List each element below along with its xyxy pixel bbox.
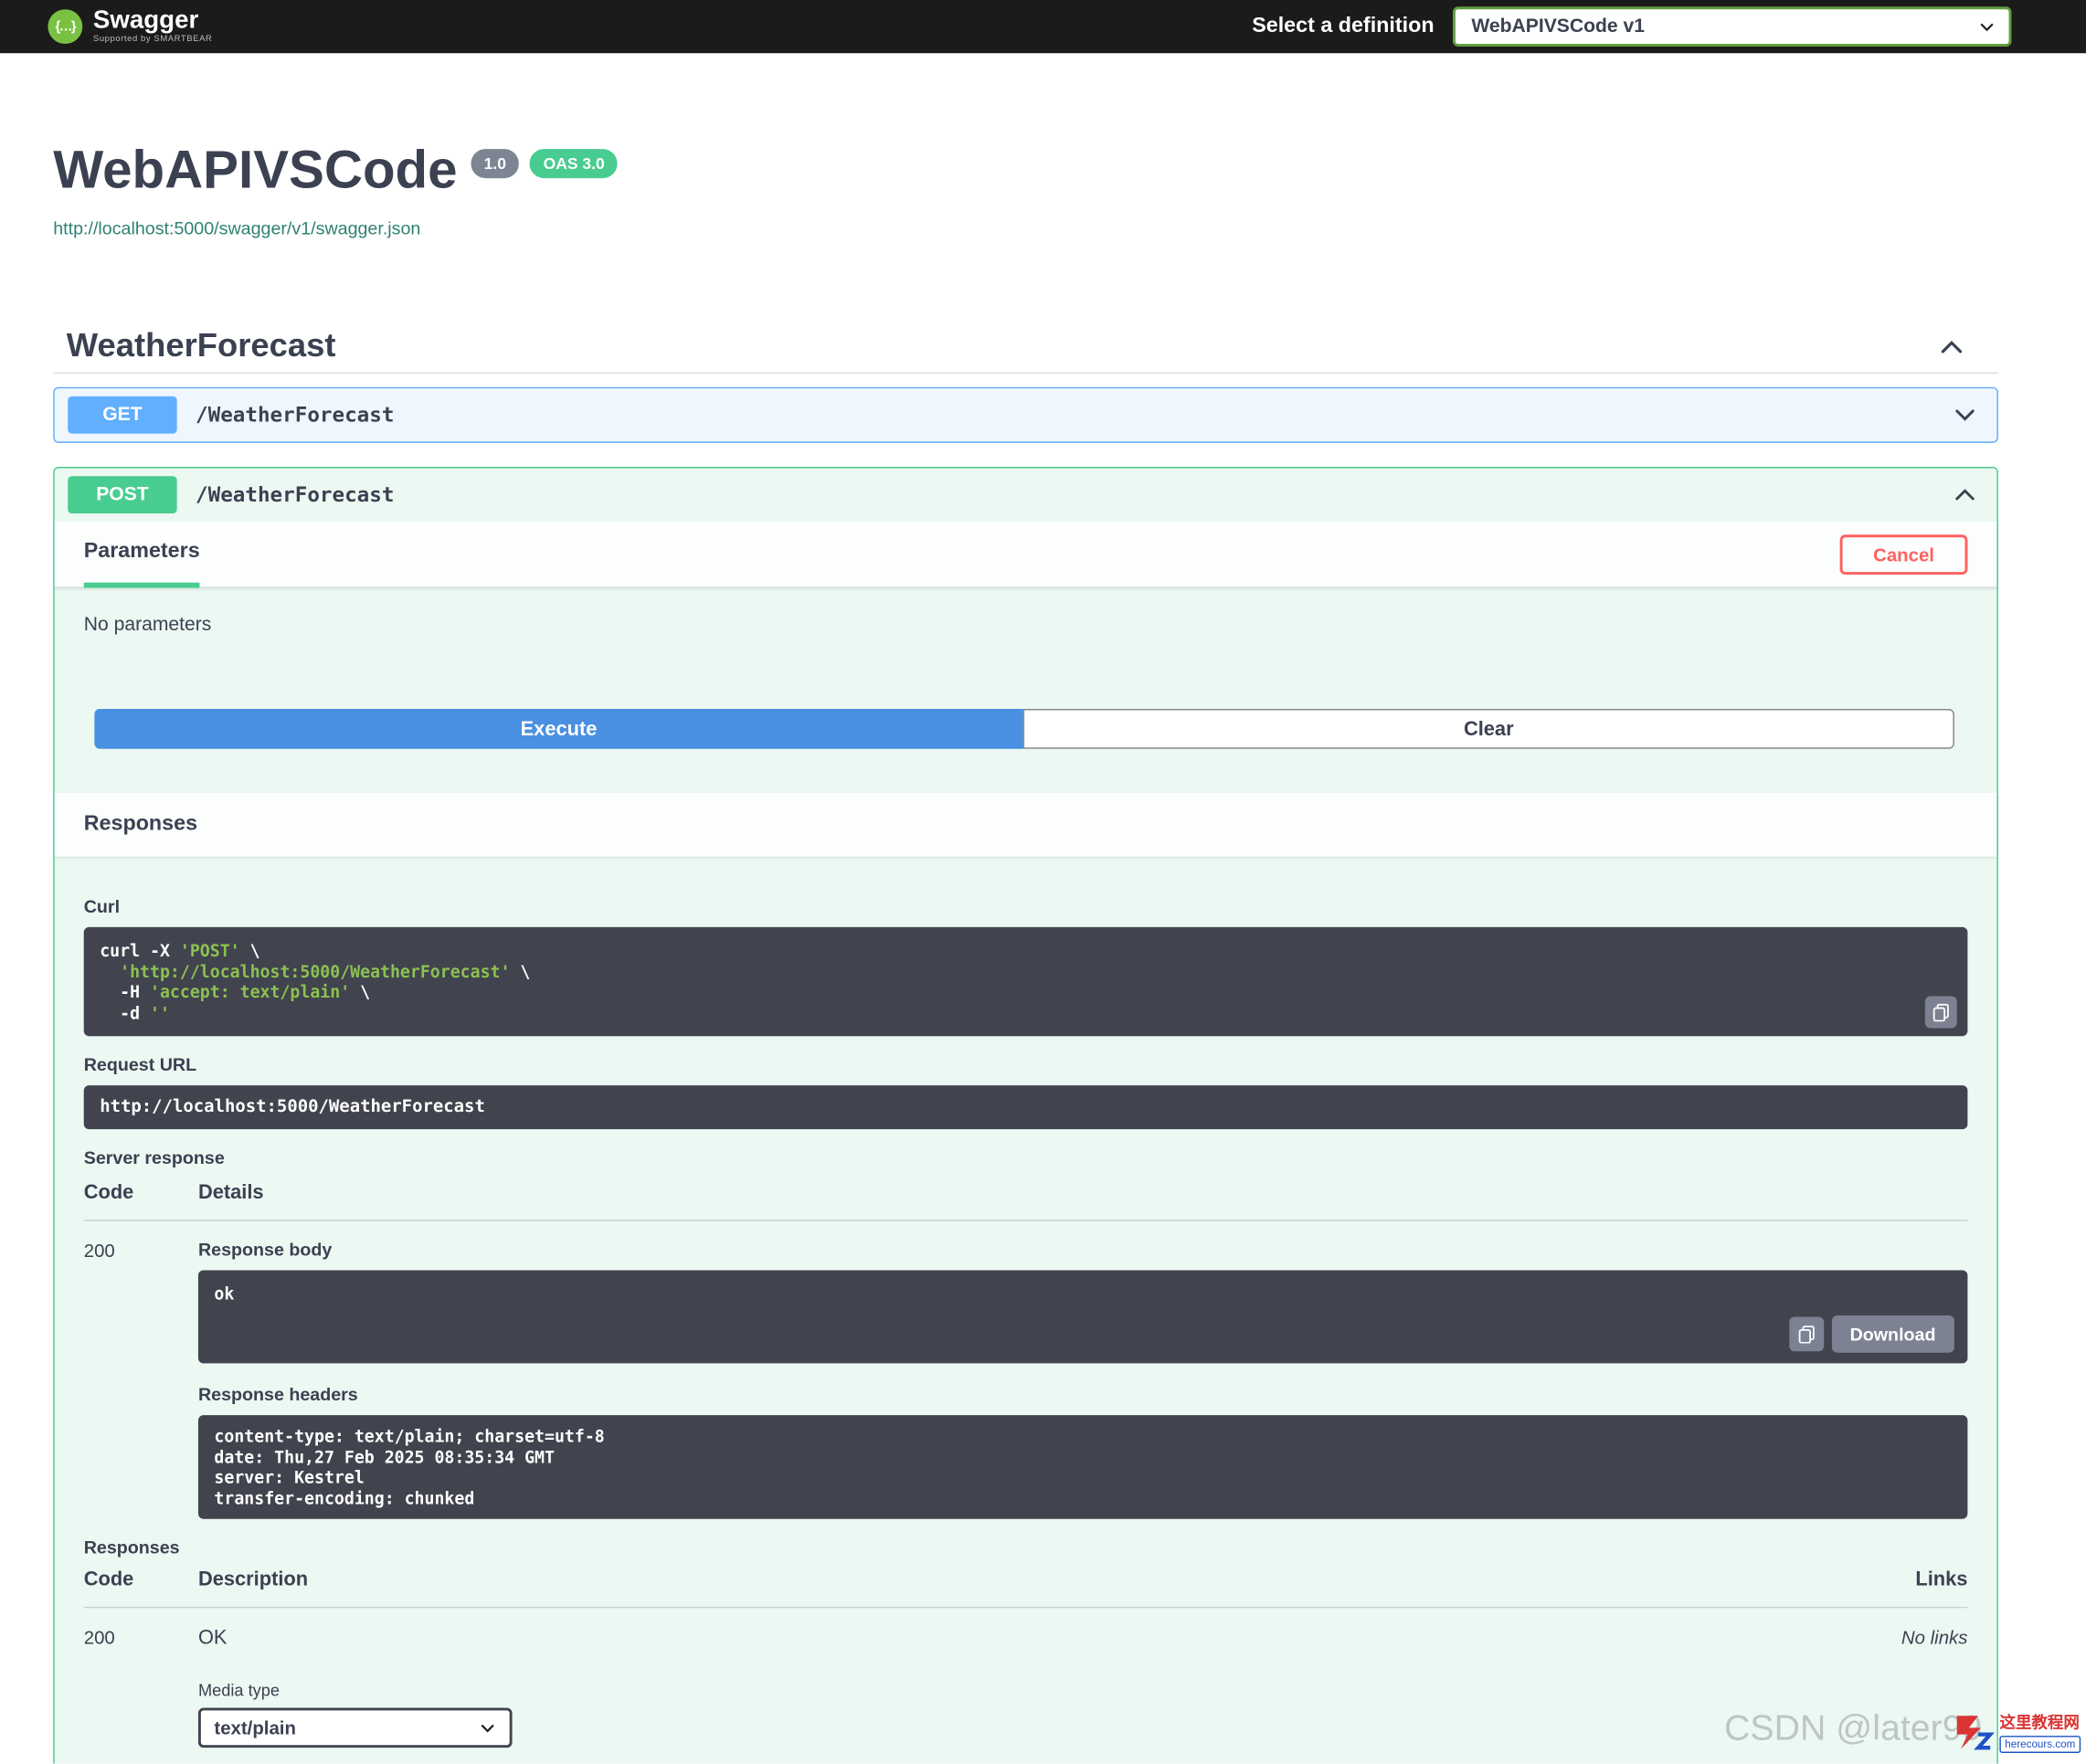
download-button[interactable]: Download [1831, 1315, 1954, 1353]
copy-response-button[interactable] [1789, 1316, 1824, 1351]
response-body-label: Response body [198, 1240, 1967, 1260]
code-token: \ [240, 940, 260, 960]
site-logo: 这里教程网 herecours.com [1952, 1710, 2081, 1753]
opblock-post: POST /WeatherForecast Parameters Cancel … [53, 467, 1998, 1764]
execute-row: Execute Clear [94, 709, 1954, 749]
chevron-up-icon[interactable] [1952, 481, 1978, 508]
responses-doc-table: Code Description Links 200 OK Media type… [84, 1569, 1968, 1764]
media-type-select[interactable]: text/plain [198, 1708, 513, 1748]
links-column-header: Links [1808, 1569, 1968, 1591]
get-method-badge: GET [68, 396, 176, 434]
code-token: \ [510, 961, 530, 981]
swagger-logo-icon: {…} [48, 9, 82, 44]
herecours-logo-icon [1952, 1710, 1995, 1753]
curl-line: -H 'accept: text/plain' \ [100, 982, 1952, 1003]
tab-parameters[interactable]: Parameters [84, 521, 200, 587]
post-summary[interactable]: POST /WeatherForecast [55, 469, 1997, 522]
response-description: OK [198, 1627, 1808, 1650]
post-path: /WeatherForecast [196, 483, 394, 507]
request-url-value: http://localhost:5000/WeatherForecast [84, 1085, 1968, 1129]
cancel-button[interactable]: Cancel [1840, 534, 1968, 575]
code-token: -H [100, 982, 150, 1002]
code-token: -d [100, 1002, 150, 1022]
csdn-watermark: CSDN @later99 [1724, 1708, 1982, 1749]
tag-title: WeatherForecast [67, 327, 336, 365]
request-url-label: Request URL [84, 1055, 1968, 1075]
response-header-line: transfer-encoding: chunked [214, 1488, 1952, 1509]
execute-button[interactable]: Execute [94, 709, 1022, 749]
code-column-header: Code [84, 1181, 198, 1204]
chevron-up-icon[interactable] [1937, 332, 1966, 361]
code-token [100, 961, 120, 981]
page-title: WebAPIVSCode [53, 143, 457, 196]
response-header-line: content-type: text/plain; charset=utf-8 [214, 1426, 1952, 1447]
get-path: /WeatherForecast [196, 403, 394, 427]
topbar: {…} Swagger Supported by SMARTBEAR Selec… [0, 0, 2086, 53]
curl-line: curl -X 'POST' \ [100, 940, 1952, 961]
opblock-get: GET /WeatherForecast [53, 387, 1998, 443]
response-code: 200 [84, 1627, 198, 1764]
response-headers-block: content-type: text/plain; charset=utf-8 … [198, 1415, 1967, 1519]
chevron-down-icon [1978, 18, 1996, 36]
code-token: \ [350, 982, 370, 1002]
curl-line: -d '' [100, 1002, 1952, 1023]
server-response-row: 200 Response body ok Download [84, 1221, 1968, 1519]
definition-select-value: WebAPIVSCode v1 [1471, 16, 1645, 37]
description-column-header: Description [198, 1569, 1808, 1591]
site-logo-title: 这里教程网 [1999, 1710, 2081, 1733]
responses-header-label: Responses [84, 813, 197, 837]
response-header-line: date: Thu,27 Feb 2025 08:35:34 GMT [214, 1446, 1952, 1467]
response-body-block: ok Download [198, 1270, 1967, 1363]
code-token-string: 'POST' [180, 940, 240, 960]
response-headers-label: Response headers [198, 1385, 1967, 1405]
oas-badge: OAS 3.0 [530, 149, 618, 178]
media-type-value: text/plain [214, 1717, 295, 1738]
details-column-header: Details [198, 1181, 1967, 1204]
select-definition-label: Select a definition [1252, 15, 1434, 38]
clipboard-icon [1932, 1003, 1950, 1021]
post-method-badge: POST [68, 476, 176, 513]
response-header-line: server: Kestrel [214, 1467, 1952, 1488]
response-body-text: ok [214, 1283, 1952, 1304]
curl-command-block: curl -X 'POST' \ 'http://localhost:5000/… [84, 927, 1968, 1036]
curl-line: 'http://localhost:5000/WeatherForecast' … [100, 961, 1952, 982]
chevron-down-icon [479, 1719, 496, 1737]
parameters-header: Parameters Cancel [55, 522, 1997, 588]
tag-section-header[interactable]: WeatherForecast [53, 321, 1998, 374]
swagger-logo[interactable]: {…} Swagger Supported by SMARTBEAR [48, 8, 212, 45]
responses-doc-label: Responses [84, 1537, 1968, 1558]
definition-select[interactable]: WebAPIVSCode v1 [1453, 6, 2012, 47]
clear-button[interactable]: Clear [1023, 709, 1954, 749]
server-response-label: Server response [84, 1148, 1968, 1168]
status-code: 200 [84, 1240, 198, 1519]
code-column-header: Code [84, 1569, 198, 1591]
brand-name: Swagger [93, 8, 212, 34]
spec-url-link[interactable]: http://localhost:5000/swagger/v1/swagger… [53, 218, 1998, 238]
api-info: WebAPIVSCode 1.0 OAS 3.0 http://localhos… [53, 53, 1998, 238]
code-token-string: 'accept: text/plain' [150, 982, 350, 1002]
responses-section-header: Responses [55, 793, 1997, 857]
curl-label: Curl [84, 896, 1968, 916]
code-token-string: 'http://localhost:5000/WeatherForecast' [120, 961, 510, 981]
version-badge: 1.0 [471, 149, 519, 178]
get-summary[interactable]: GET /WeatherForecast [55, 388, 1997, 441]
no-parameters-text: No parameters [55, 588, 1997, 636]
brand-subtitle: Supported by SMARTBEAR [93, 37, 212, 45]
media-type-label: Media type [198, 1681, 1808, 1699]
clipboard-icon [1796, 1325, 1815, 1343]
response-doc-row: 200 OK Media type text/plain Controls Ac… [84, 1608, 1968, 1763]
copy-curl-button[interactable] [1925, 997, 1957, 1029]
chevron-down-icon[interactable] [1952, 402, 1978, 428]
site-logo-domain: herecours.com [1999, 1736, 2081, 1753]
page: {…} Swagger Supported by SMARTBEAR Selec… [0, 0, 2086, 1764]
code-token-string: '' [150, 1002, 170, 1022]
code-token: curl -X [100, 940, 180, 960]
server-response-table: Code Details 200 Response body ok [84, 1181, 1968, 1519]
